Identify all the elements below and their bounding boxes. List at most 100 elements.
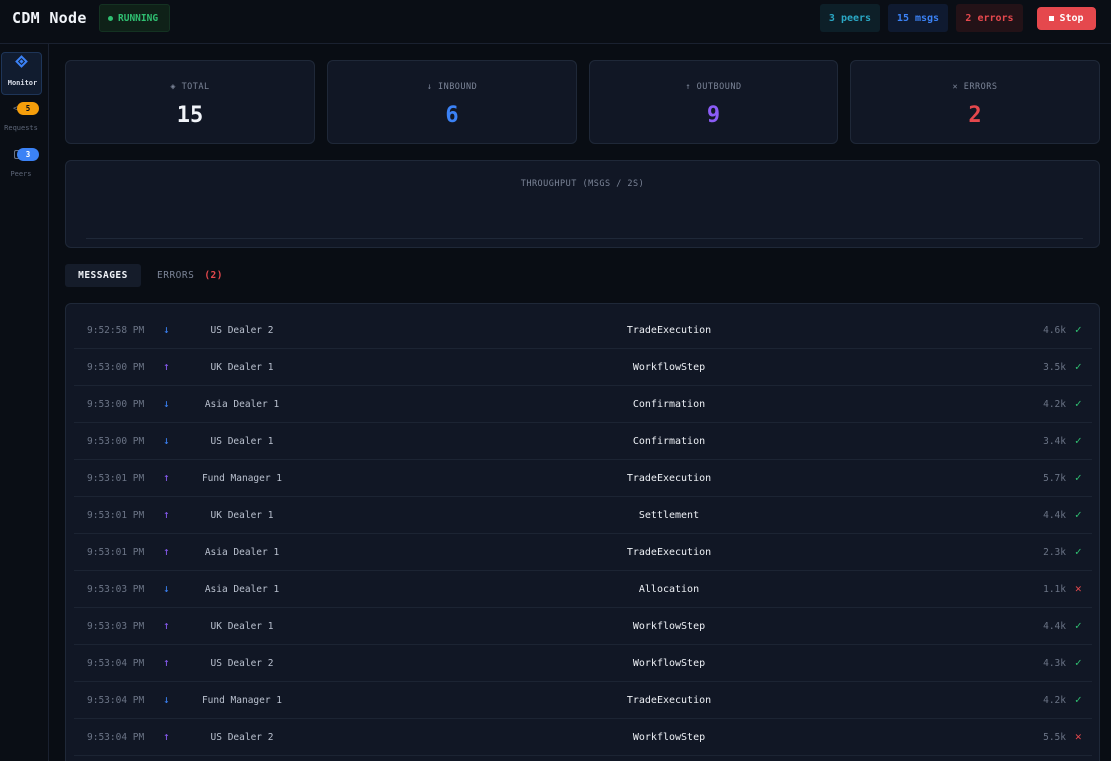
sidebar: Monitor < 5 Requests 3 Peers — [0, 44, 49, 761]
stat-card-total: ◈ TOTAL 15 — [65, 60, 315, 144]
sidebar-item-peers[interactable]: 3 Peers — [0, 148, 44, 186]
message-time: 9:53:04 PM — [87, 732, 145, 743]
monitor-icon — [15, 55, 28, 68]
message-type: TradeExecution — [626, 547, 712, 558]
message-time: 9:53:00 PM — [87, 362, 145, 373]
message-type: Settlement — [638, 510, 700, 521]
message-type: WorkflowStep — [632, 362, 706, 373]
outbound-arrow-icon: ↑ — [163, 545, 170, 558]
message-counterparty: Asia Dealer 1 — [204, 399, 280, 410]
message-type: TradeExecution — [626, 325, 712, 336]
check-icon: ✓ — [1075, 619, 1082, 632]
message-time: 9:53:01 PM — [87, 510, 145, 521]
sidebar-item-label: Requests — [4, 124, 38, 132]
check-icon: ✓ — [1075, 360, 1082, 373]
message-time: 9:53:01 PM — [87, 547, 145, 558]
message-time: 9:53:00 PM — [87, 436, 145, 447]
message-time: 9:53:04 PM — [87, 658, 145, 669]
requests-count-badge: 5 — [17, 102, 39, 115]
outbound-arrow-icon: ↑ — [163, 360, 170, 373]
message-counterparty: Asia Dealer 1 — [204, 547, 280, 558]
message-row[interactable]: 9:53:04 PM ↑ US Dealer 2 WorkflowStep 5.5k ✕ — [74, 719, 1092, 756]
inbound-arrow-icon: ↓ — [163, 397, 170, 410]
peers-count-badge: 3 — [17, 148, 39, 161]
sidebar-item-label: Monitor — [7, 79, 38, 87]
message-row[interactable]: 9:53:01 PM ↑ Asia Dealer 1 TradeExecution 2.… — [74, 534, 1092, 571]
message-type: TradeExecution — [626, 695, 712, 706]
message-counterparty: US Dealer 2 — [210, 732, 274, 743]
message-counterparty: US Dealer 2 — [210, 325, 274, 336]
message-row[interactable]: 9:53:03 PM ↑ UK Dealer 1 WorkflowStep 4.4k ✓ — [74, 608, 1092, 645]
message-counterparty: Asia Dealer 1 — [204, 584, 280, 595]
message-row[interactable]: 9:53:03 PM ↓ Asia Dealer 1 Allocation 1.1k ✕ — [74, 571, 1092, 608]
throughput-chart: THROUGHPUT (MSGS / 2S) — [65, 160, 1100, 248]
message-type: Confirmation — [632, 436, 706, 447]
message-type: Allocation — [638, 584, 700, 595]
message-row[interactable]: 9:53:00 PM ↓ Asia Dealer 1 Confirmation 4.2k… — [74, 386, 1092, 423]
stat-value: 9 — [706, 103, 721, 128]
stop-button[interactable]: Stop — [1037, 7, 1096, 30]
message-size: 4.2k — [1043, 695, 1066, 706]
status-badge: RUNNING — [99, 4, 170, 32]
top-bar: CDM Node RUNNING 3 peers 15 msgs 2 error… — [0, 0, 1111, 44]
check-icon: ✓ — [1075, 693, 1082, 706]
message-type: WorkflowStep — [632, 658, 706, 669]
message-time: 9:53:04 PM — [87, 695, 145, 706]
message-row[interactable]: 9:53:01 PM ↑ Fund Manager 1 TradeExecution 5… — [74, 460, 1092, 497]
inbound-arrow-icon: ↓ — [163, 582, 170, 595]
message-type: WorkflowStep — [632, 732, 706, 743]
tab-errors[interactable]: ERRORS (2) — [157, 264, 223, 287]
message-size: 5.5k — [1043, 732, 1066, 743]
messages-list: 9:52:58 PM ↓ US Dealer 2 TradeExecution 4.6k… — [65, 303, 1100, 761]
message-row[interactable]: 9:53:00 PM ↑ UK Dealer 1 WorkflowStep 3.5k ✓ — [74, 349, 1092, 386]
message-size: 1.1k — [1043, 584, 1066, 595]
app-title: CDM Node — [12, 9, 87, 27]
error-x-icon: ✕ — [1075, 730, 1082, 743]
check-icon: ✓ — [1075, 656, 1082, 669]
message-row[interactable]: 9:53:04 PM ↑ US Dealer 2 WorkflowStep 4.3k ✓ — [74, 645, 1092, 682]
message-row[interactable]: 9:53:00 PM ↓ US Dealer 1 Confirmation 3.4k ✓ — [74, 423, 1092, 460]
message-size: 4.4k — [1043, 510, 1066, 521]
message-size: 4.2k — [1043, 399, 1066, 410]
status-dot-icon — [108, 15, 113, 21]
stat-label: ◈ TOTAL — [170, 82, 210, 92]
tab-errors-count: (2) — [204, 270, 223, 281]
message-size: 3.5k — [1043, 362, 1066, 373]
message-counterparty: US Dealer 2 — [210, 658, 274, 669]
message-size: 4.3k — [1043, 658, 1066, 669]
stat-value: 2 — [968, 103, 982, 128]
check-icon: ✓ — [1075, 471, 1082, 484]
message-counterparty: UK Dealer 1 — [210, 510, 274, 521]
message-counterparty: UK Dealer 1 — [210, 362, 274, 373]
message-counterparty: UK Dealer 1 — [210, 621, 274, 632]
sidebar-item-requests[interactable]: < 5 Requests — [0, 102, 44, 140]
stop-button-label: Stop — [1059, 13, 1084, 24]
message-type: Confirmation — [632, 399, 706, 410]
message-size: 4.4k — [1043, 621, 1066, 632]
stat-label: ✕ ERRORS — [952, 82, 998, 92]
message-row[interactable]: 9:53:04 PM ↓ Fund Manager 1 TradeExecution 4… — [74, 682, 1092, 719]
message-type: TradeExecution — [626, 473, 712, 484]
check-icon: ✓ — [1075, 323, 1082, 336]
message-size: 5.7k — [1043, 473, 1066, 484]
tab-errors-label: ERRORS — [157, 270, 195, 281]
sidebar-item-monitor[interactable]: Monitor — [1, 52, 42, 95]
message-time: 9:52:58 PM — [87, 325, 145, 336]
check-icon: ✓ — [1075, 508, 1082, 521]
outbound-arrow-icon: ↑ — [163, 730, 170, 743]
stat-card-outbound: ↑ OUTBOUND 9 — [589, 60, 838, 144]
stat-value: 15 — [176, 103, 204, 128]
tab-messages[interactable]: MESSAGES — [65, 264, 141, 287]
throughput-baseline — [86, 238, 1083, 239]
message-time: 9:53:01 PM — [87, 473, 145, 484]
message-size: 4.6k — [1043, 325, 1066, 336]
messages-count-badge: 15 msgs — [888, 4, 948, 32]
message-row[interactable]: 9:53:01 PM ↑ UK Dealer 1 Settlement 4.4k ✓ — [74, 497, 1092, 534]
message-counterparty: Fund Manager 1 — [201, 695, 283, 706]
message-row[interactable]: 9:52:58 PM ↓ US Dealer 2 TradeExecution 4.6k… — [74, 312, 1092, 349]
stat-label: ↓ INBOUND — [426, 82, 478, 92]
status-text: RUNNING — [118, 12, 159, 24]
outbound-arrow-icon: ↑ — [163, 656, 170, 669]
message-type: WorkflowStep — [632, 621, 706, 632]
inbound-arrow-icon: ↓ — [163, 323, 170, 336]
